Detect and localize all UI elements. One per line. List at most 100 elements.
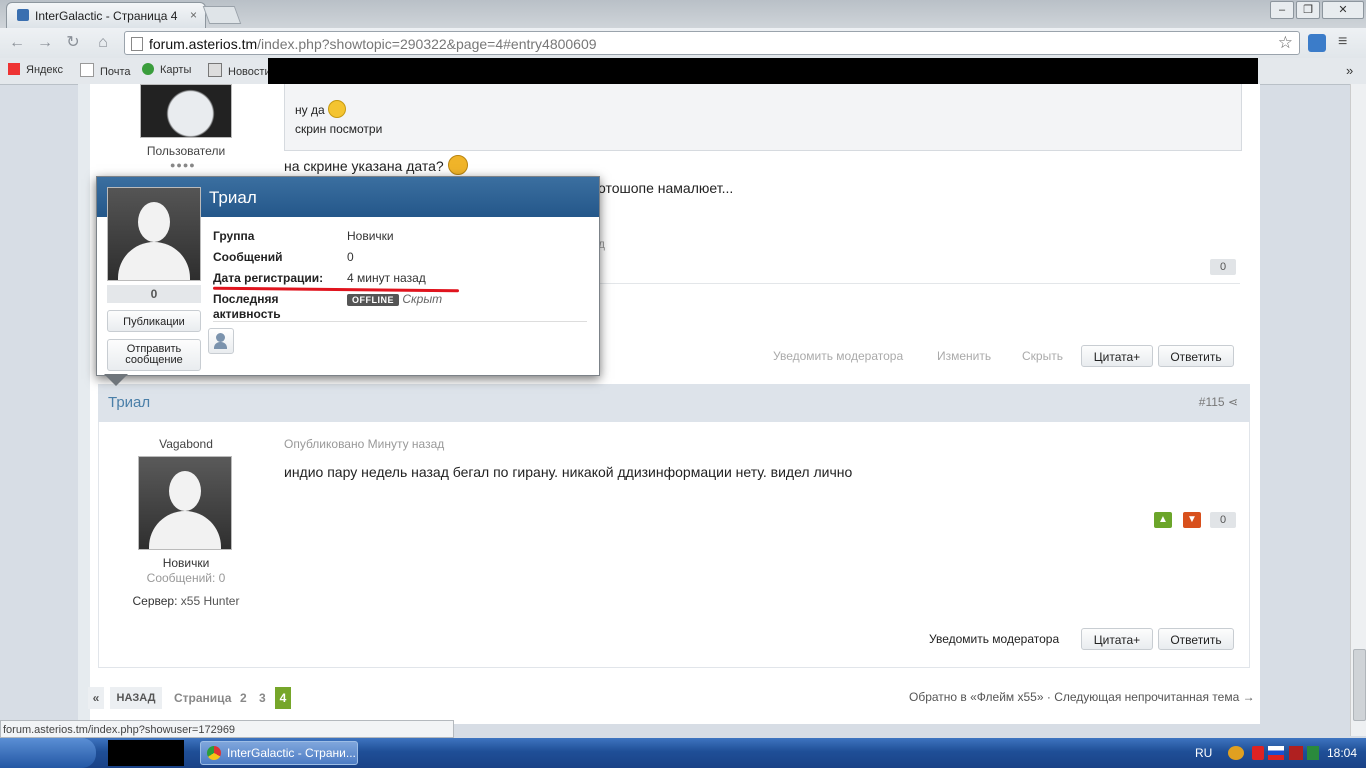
bookmark-mail[interactable]: Почта: [80, 63, 131, 78]
back-to-forum-link[interactable]: Обратно в «Флейм x55» · Следующая непроч…: [909, 690, 1255, 704]
browser-tab[interactable]: InterGalactic - Страница 4 ×: [6, 2, 206, 28]
current-page: 4: [275, 687, 291, 709]
hovercard-avatar[interactable]: [107, 187, 201, 281]
menu-wrench-icon[interactable]: ≡: [1338, 33, 1354, 51]
maximize-button[interactable]: ❐: [1296, 1, 1320, 19]
system-clock[interactable]: 18:04: [1327, 746, 1357, 760]
forward-arrow-icon[interactable]: →: [34, 33, 56, 53]
row-group-value: Новички: [347, 229, 394, 243]
report-moderator-link[interactable]: Уведомить модератора: [773, 349, 903, 363]
post-body-frame: [98, 422, 1250, 668]
post-rep-badge: 0: [1210, 512, 1236, 528]
page-scrollbar[interactable]: [1350, 84, 1366, 736]
hovercard-username[interactable]: Триал: [209, 188, 257, 208]
hovercard-divider: [213, 321, 587, 322]
redacted-region: [108, 740, 184, 766]
new-tab-button[interactable]: [202, 6, 242, 24]
back-arrow-icon[interactable]: ←: [6, 33, 28, 53]
previous-post-text-1: на скрине указана дата?: [284, 155, 468, 175]
edit-link[interactable]: Изменить: [937, 349, 991, 363]
language-indicator[interactable]: RU: [1195, 746, 1212, 760]
tab-title: InterGalactic - Страница 4: [35, 9, 178, 23]
page-icon: [131, 37, 143, 51]
hovercard-rep: 0: [107, 285, 201, 303]
report-moderator-button[interactable]: Уведомить модератора: [929, 632, 1059, 646]
row-registered-key: Дата регистрации:: [213, 271, 324, 285]
add-friend-icon[interactable]: [208, 328, 234, 354]
previous-rep-badge: 0: [1210, 259, 1236, 275]
post-number[interactable]: #115 ⋖: [1199, 395, 1238, 409]
reply-button[interactable]: Ответить: [1158, 345, 1234, 367]
close-window-button[interactable]: ✕: [1322, 1, 1364, 19]
first-page-button[interactable]: «: [88, 687, 104, 709]
reload-icon[interactable]: ↻: [62, 33, 84, 53]
bookmark-news[interactable]: Новости: [208, 63, 271, 78]
row-registered-value: 4 минут назад: [347, 271, 426, 285]
browser-status-bar: forum.asterios.tm/index.php?showuser=172…: [0, 720, 454, 738]
tray-ru-flag-icon[interactable]: [1268, 746, 1284, 760]
laughing-smiley-icon: [327, 100, 346, 118]
address-bar[interactable]: forum.asterios.tm/index.php?showtopic=29…: [124, 31, 1300, 55]
rank-pips: ●●●●: [170, 160, 196, 170]
vote-up-arrow-icon[interactable]: ▲: [1154, 512, 1172, 528]
row-last-activity-value: OFFLINE Скрыт: [347, 292, 442, 306]
quote-line-1: ну да: [295, 100, 346, 118]
extension-icon[interactable]: [1308, 34, 1326, 52]
page-label: Страница: [174, 691, 232, 705]
chrome-icon: [207, 746, 221, 760]
bookmark-maps[interactable]: Карты: [142, 63, 191, 76]
tray-eye-icon[interactable]: [1228, 746, 1244, 760]
post-body-text: индио пару недель назад бегал по гирану.…: [284, 464, 853, 480]
home-icon[interactable]: ⌂: [92, 33, 114, 53]
row-posts-key: Сообщений: [213, 250, 283, 264]
page-2-link[interactable]: 2: [240, 691, 247, 705]
quote-line-2: скрин посмотри: [295, 122, 383, 136]
post-author-name[interactable]: Триал: [108, 394, 150, 411]
news-icon: [208, 63, 222, 77]
taskbar-chrome-window[interactable]: InterGalactic - Страни...: [200, 741, 358, 765]
bookmark-yandex[interactable]: Яндекс: [8, 63, 63, 76]
quote-block: ну да скрин посмотри: [284, 84, 1242, 151]
author-group: Новички: [162, 556, 210, 570]
start-button[interactable]: [0, 738, 96, 768]
post-published-date: Опубликовано Минуту назад: [284, 437, 445, 451]
document-icon: [80, 63, 94, 77]
yandex-icon: [8, 63, 20, 75]
url-text: forum.asterios.tm/index.php?showtopic=29…: [149, 36, 597, 52]
divider: [600, 283, 1240, 284]
post-header: Триал #115 ⋖: [98, 384, 1250, 422]
tray-app-icon[interactable]: [1289, 746, 1303, 760]
row-posts-value: 0: [347, 250, 354, 264]
tray-opera-icon[interactable]: [1252, 746, 1264, 760]
publications-button[interactable]: Публикации: [107, 310, 201, 332]
tray-green-icon[interactable]: [1307, 746, 1319, 760]
avatar-body: [118, 242, 190, 280]
tab-close-icon[interactable]: ×: [190, 8, 197, 22]
previous-post-text-2: отошопе намалюет...: [598, 180, 734, 196]
bookmark-star-icon[interactable]: ☆: [1278, 33, 1293, 53]
row-last-activity-key: Последняя активность: [213, 292, 281, 321]
hovercard-pointer: [104, 374, 128, 386]
previous-page-button[interactable]: НАЗАД: [110, 687, 162, 709]
share-icon[interactable]: ⋖: [1228, 395, 1238, 409]
row-group-key: Группа: [213, 229, 255, 243]
maps-icon: [142, 63, 154, 75]
site-favicon-icon: [17, 9, 29, 21]
hide-link[interactable]: Скрыть: [1022, 349, 1063, 363]
scrollbar-thumb[interactable]: [1353, 649, 1366, 721]
previous-author-avatar[interactable]: [140, 84, 232, 138]
avatar-body: [149, 511, 221, 549]
reply-button[interactable]: Ответить: [1158, 628, 1234, 650]
minimize-button[interactable]: ‒: [1270, 1, 1294, 19]
quote-plus-button[interactable]: Цитата+: [1081, 628, 1153, 650]
bookmarks-overflow-button[interactable]: »: [1346, 63, 1353, 78]
author-server: Сервер: x55 Hunter: [132, 594, 240, 608]
author-avatar[interactable]: [138, 456, 232, 550]
send-message-button[interactable]: Отправить сообщение: [107, 339, 201, 371]
author-posts-count: Сообщений: 0: [146, 571, 226, 585]
quote-plus-button[interactable]: Цитата+: [1081, 345, 1153, 367]
avatar-head: [138, 202, 170, 242]
offline-status-badge: OFFLINE: [347, 294, 399, 306]
vote-down-arrow-icon[interactable]: ▼: [1183, 512, 1201, 528]
page-3-link[interactable]: 3: [259, 691, 266, 705]
